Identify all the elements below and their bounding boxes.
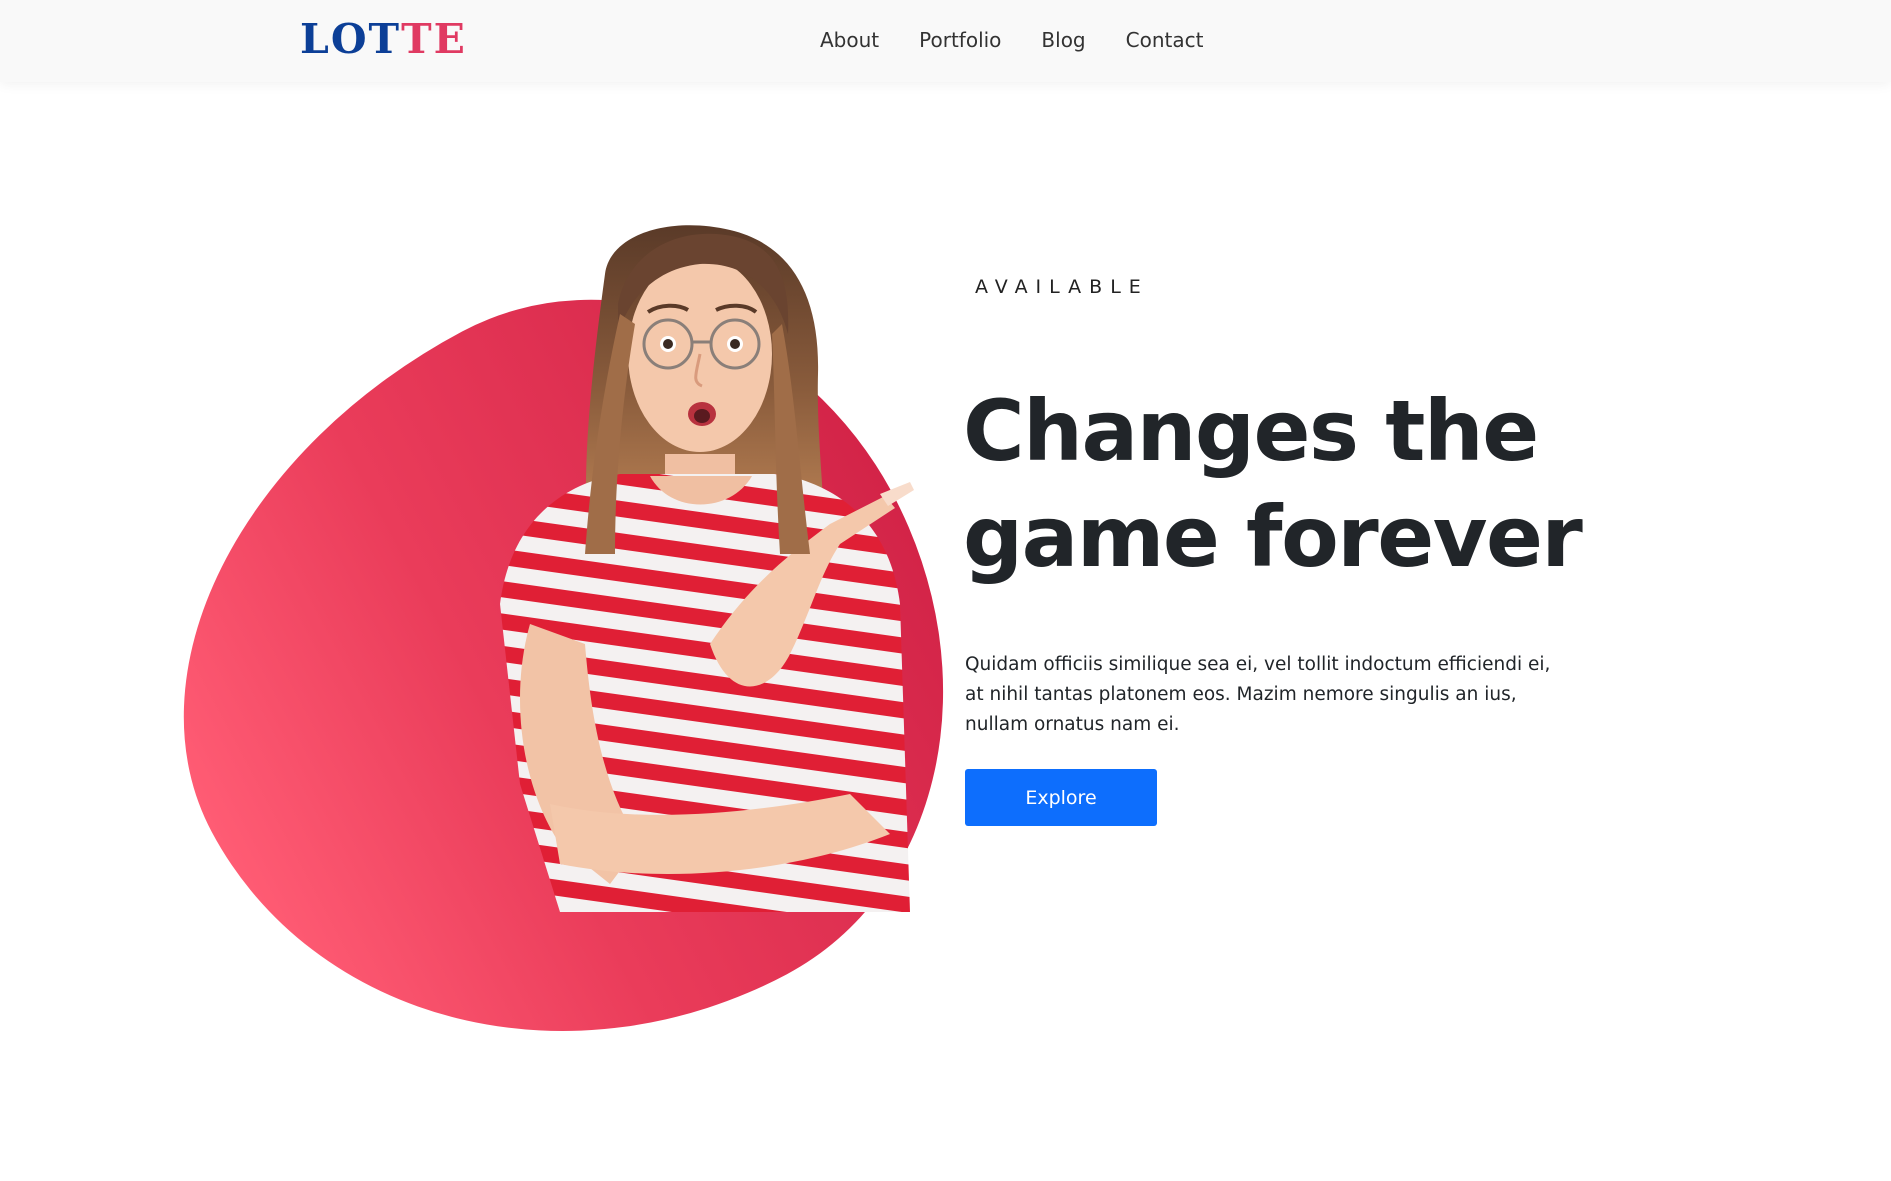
explore-button[interactable]: Explore: [965, 769, 1157, 826]
nav-link-blog[interactable]: Blog: [1041, 26, 1085, 54]
nav-link-about[interactable]: About: [820, 26, 879, 54]
hero-eyebrow-label: AVAILABLE: [975, 276, 1149, 298]
hero-headline-line1: Changes the: [963, 382, 1539, 480]
brand-logo[interactable]: LOT TE: [300, 18, 467, 60]
nav-link-contact[interactable]: Contact: [1126, 26, 1204, 54]
logo-text-part2: TE: [401, 15, 467, 63]
main-nav: About Portfolio Blog Contact: [820, 26, 1203, 54]
nav-link-portfolio[interactable]: Portfolio: [919, 26, 1001, 54]
hero-description: Quidam officiis similique sea ei, vel to…: [965, 654, 1551, 735]
logo-text-part1: LOT: [300, 15, 402, 63]
hero-headline: Changes the game forever: [963, 378, 1663, 590]
hero-woman-image: [490, 224, 950, 912]
hero-headline-line2: game forever: [963, 488, 1583, 586]
navbar: LOT TE About Portfolio Blog Contact: [0, 0, 1891, 82]
